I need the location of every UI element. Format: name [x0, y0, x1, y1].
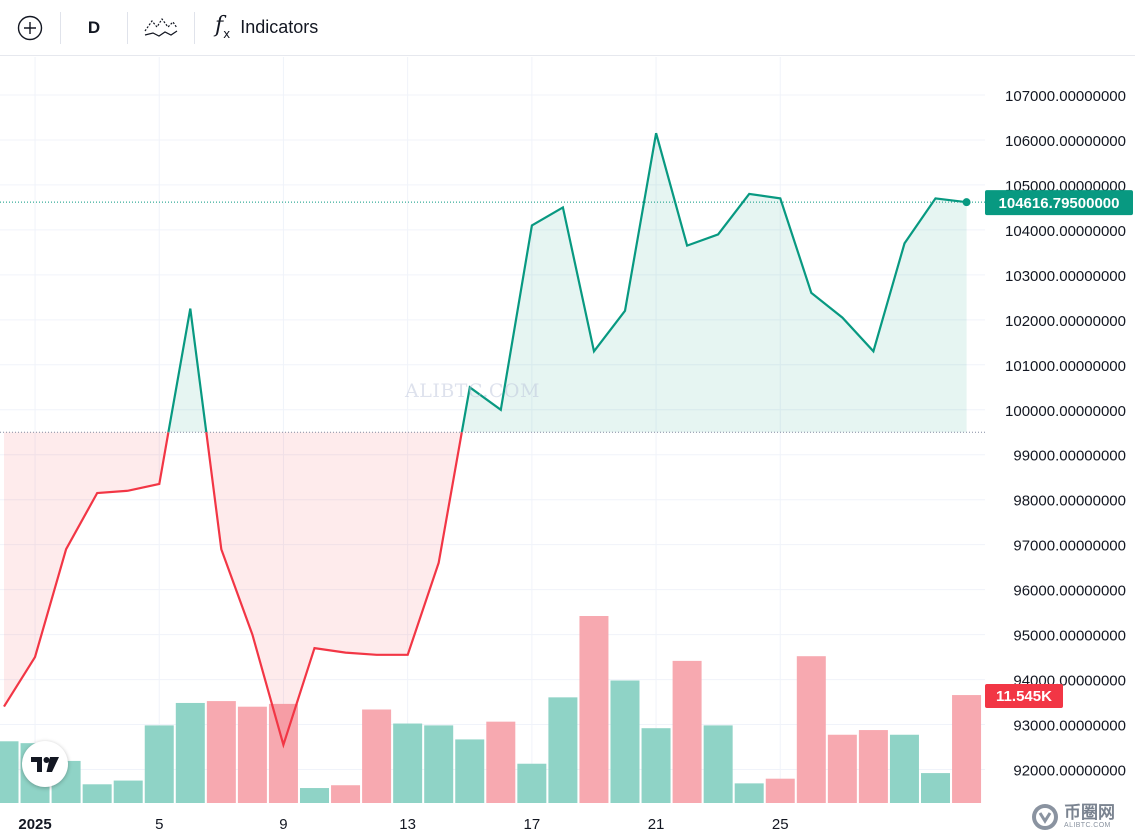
- last-price-label: 104616.79500000: [999, 195, 1120, 212]
- x-tick-label: 9: [279, 816, 287, 833]
- x-tick-label: 5: [155, 816, 163, 833]
- volume-bar: [579, 616, 609, 803]
- tv-logo-mark: [31, 757, 59, 772]
- volume-bar: [858, 730, 888, 803]
- volume-bar: [672, 660, 702, 803]
- volume-bar: [82, 784, 112, 803]
- volume-bar: [331, 785, 361, 803]
- volume-histogram: [0, 616, 982, 803]
- x-tick-label: 25: [772, 816, 789, 833]
- volume-bar: [362, 709, 392, 803]
- y-tick-label: 103000.00000000: [1005, 268, 1126, 285]
- volume-bar: [921, 773, 950, 803]
- volume-bar: [548, 697, 578, 803]
- chart-widget: D fx Indicators 92000.00000000 93000.0000…: [0, 0, 1135, 835]
- volume-bar: [237, 706, 267, 803]
- site-brand-badge: 币圈网 ALIBTC.COM: [1030, 798, 1135, 835]
- site-brand-logo-icon: [1032, 803, 1058, 830]
- function-fx-icon: fx: [215, 13, 231, 41]
- x-tick-label: 2025: [18, 816, 51, 833]
- volume-bar: [827, 734, 857, 803]
- y-tick-label: 107000.00000000: [1005, 88, 1126, 105]
- volume-bar: [952, 695, 982, 803]
- site-brand-name: 币圈网: [1064, 802, 1115, 823]
- volume-bar: [144, 725, 174, 803]
- price-chart[interactable]: 92000.0000000093000.0000000094000.000000…: [0, 57, 1135, 835]
- y-tick-label: 92000.00000000: [1013, 763, 1126, 780]
- y-tick-label: 104000.00000000: [1005, 223, 1126, 240]
- tradingview-logo-icon[interactable]: [22, 741, 68, 787]
- last-volume-label: 11.545K: [996, 688, 1052, 705]
- chart-toolbar: D fx Indicators: [0, 0, 1135, 56]
- time-axis[interactable]: 2025 5 9 13 17 21 25: [18, 816, 788, 833]
- add-symbol-button[interactable]: [0, 0, 60, 56]
- price-area: [4, 133, 967, 745]
- y-tick-label: 99000.00000000: [1013, 448, 1126, 465]
- y-tick-label: 101000.00000000: [1005, 358, 1126, 375]
- indicators-label: Indicators: [240, 17, 319, 37]
- y-tick-label: 98000.00000000: [1013, 493, 1126, 510]
- volume-bar: [610, 680, 640, 803]
- plus-circle-icon: [17, 15, 43, 40]
- volume-bar: [486, 721, 516, 803]
- y-tick-label: 97000.00000000: [1013, 538, 1126, 555]
- volume-bar: [641, 728, 671, 803]
- volume-bar: [113, 780, 143, 803]
- volume-bar: [300, 788, 329, 803]
- volume-bar: [175, 702, 205, 803]
- volume-bar: [796, 656, 826, 803]
- y-tick-label: 95000.00000000: [1013, 628, 1126, 645]
- area-below-baseline: [206, 432, 462, 745]
- x-tick-label: 17: [524, 816, 541, 833]
- y-tick-label: 96000.00000000: [1013, 583, 1126, 600]
- volume-bar: [206, 701, 236, 803]
- y-tick-label: 100000.00000000: [1005, 403, 1126, 420]
- volume-bar: [703, 725, 733, 803]
- x-tick-label: 21: [648, 816, 665, 833]
- volume-bar: [765, 778, 795, 803]
- last-price-dot: [962, 198, 971, 207]
- volume-bar: [455, 739, 485, 803]
- y-tick-label: 93000.00000000: [1013, 718, 1126, 735]
- site-brand-domain: ALIBTC.COM: [1064, 821, 1111, 829]
- volume-bar: [424, 725, 454, 803]
- volume-bar: [0, 741, 19, 803]
- volume-bar: [734, 783, 764, 803]
- y-tick-label: 106000.00000000: [1005, 133, 1126, 150]
- x-tick-label: 13: [399, 816, 416, 833]
- y-tick-label: 102000.00000000: [1005, 313, 1126, 330]
- interval-button[interactable]: D: [61, 0, 127, 56]
- compare-symbols-icon: [144, 17, 178, 37]
- volume-bar: [517, 763, 547, 803]
- indicators-button[interactable]: fx Indicators: [195, 0, 330, 56]
- volume-bar: [393, 723, 423, 803]
- compare-button[interactable]: [128, 0, 194, 56]
- watermark: ALIBTC.COM: [405, 380, 540, 402]
- volume-bar: [889, 734, 919, 803]
